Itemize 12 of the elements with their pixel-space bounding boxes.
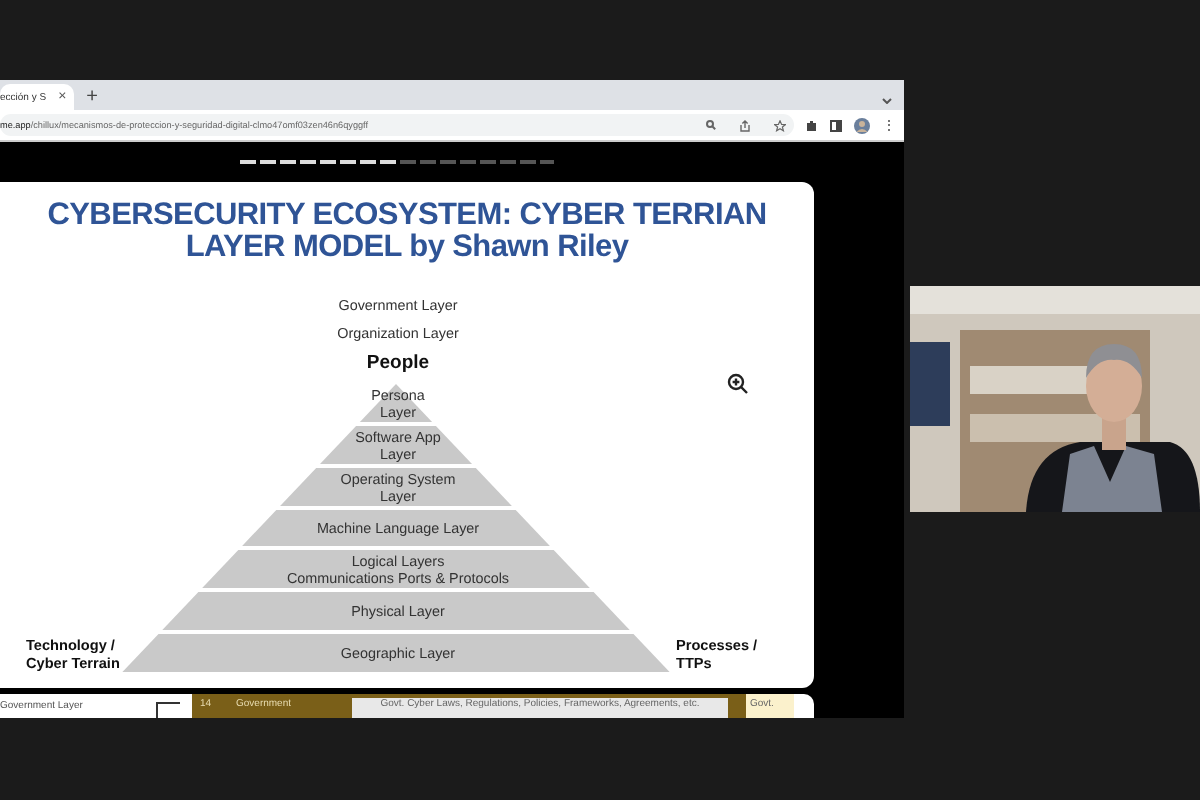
sidebar-icon[interactable]: [830, 119, 842, 131]
chevron-icon[interactable]: [882, 98, 892, 104]
zoom-in-icon[interactable]: [727, 373, 749, 395]
avatar-icon[interactable]: [854, 117, 870, 133]
pyramid-layer: [359, 384, 433, 422]
slide-title: CYBERSECURITY ECOSYSTEM: CYBER TERRIAN LAYER MODEL by Shawn Riley: [45, 200, 769, 264]
search-icon[interactable]: [706, 120, 716, 130]
bracket-line: [156, 702, 180, 718]
star-icon[interactable]: [774, 119, 786, 131]
share-icon[interactable]: [740, 119, 750, 131]
new-tab-button[interactable]: +: [86, 88, 99, 108]
diagram-heading: People: [366, 352, 430, 374]
